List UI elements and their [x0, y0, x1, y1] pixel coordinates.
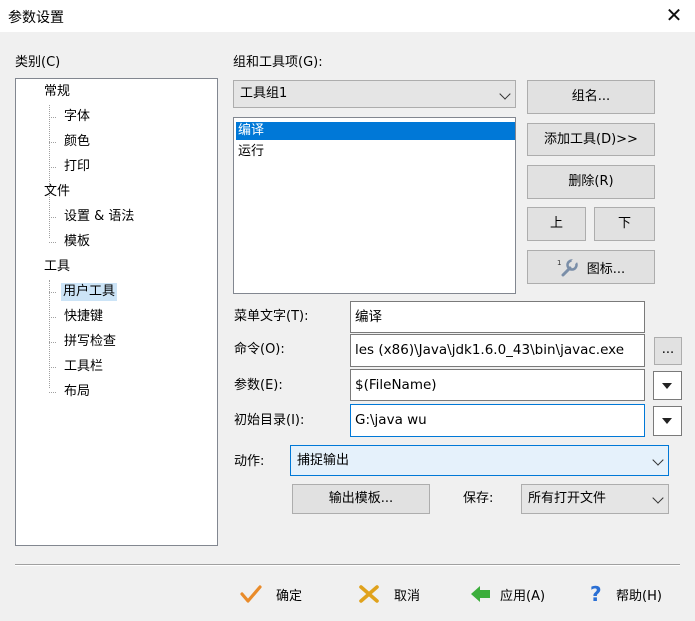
group-name-button[interactable]: 组名... [527, 80, 655, 114]
icon-button[interactable]: 1 图标... [527, 250, 655, 284]
save-select-value: 所有打开文件 [528, 491, 607, 506]
chevron-down-icon [652, 492, 664, 504]
list-item[interactable]: 编译 [236, 122, 515, 140]
group-select[interactable]: 工具组1 [233, 80, 516, 108]
help-button[interactable]: ? 帮助(H) [588, 578, 662, 610]
tree-item-tools[interactable]: 工具 [44, 258, 70, 276]
action-select-value: 捕捉输出 [297, 453, 350, 468]
help-button-label: 帮助(H) [616, 588, 662, 604]
output-template-button[interactable]: 输出模板... [292, 484, 430, 514]
tree-item-layout[interactable]: 布局 [64, 383, 90, 401]
tree-item-file[interactable]: 文件 [44, 183, 70, 201]
category-label: 类别(C) [15, 55, 61, 70]
tree-item-template[interactable]: 模板 [64, 233, 90, 251]
tree-connector [49, 205, 50, 238]
close-icon: ✕ [665, 3, 683, 27]
group-select-value: 工具组1 [240, 86, 288, 101]
args-dropdown-button[interactable] [653, 371, 682, 400]
cross-icon [359, 585, 379, 603]
triangle-down-icon [662, 418, 672, 424]
icon-button-label: 图标... [586, 261, 626, 277]
tree-connector [49, 280, 50, 388]
menu-text-label: 菜单文字(T): [234, 309, 309, 324]
category-tree[interactable]: 常规 字体 颜色 打印 文件 设置 & 语法 模板 工具 用户工具 快捷键 拼写… [15, 78, 218, 546]
list-item[interactable]: 运行 [236, 143, 515, 161]
apply-button-label: 应用(A) [500, 588, 546, 604]
save-select[interactable]: 所有打开文件 [521, 484, 669, 514]
browse-button[interactable]: ... [654, 337, 682, 365]
action-select[interactable]: 捕捉输出 [290, 445, 669, 476]
cancel-button-label: 取消 [394, 588, 421, 604]
add-tool-button[interactable]: 添加工具(D)>> [527, 123, 655, 156]
move-up-button[interactable]: 上 [527, 207, 586, 241]
chevron-down-icon [499, 88, 511, 100]
apply-button[interactable]: 应用(A) [470, 578, 545, 610]
triangle-down-icon [662, 383, 672, 389]
command-input[interactable]: les (x86)\Java\jdk1.6.0_43\bin\javac.exe [350, 334, 645, 367]
tool-list[interactable]: 编译 运行 [233, 117, 516, 294]
args-input[interactable]: $(FileName) [350, 369, 645, 401]
action-label: 动作: [234, 454, 265, 469]
checkmark-icon [240, 585, 262, 603]
menu-text-input[interactable]: 编译 [350, 301, 645, 333]
wrench-icon: 1 [557, 258, 578, 277]
group-label: 组和工具项(G): [233, 55, 323, 70]
move-down-button[interactable]: 下 [594, 207, 655, 241]
tree-item-shortcuts[interactable]: 快捷键 [64, 308, 103, 326]
save-label: 保存: [463, 491, 494, 506]
tree-item-color[interactable]: 颜色 [64, 133, 90, 151]
initdir-input[interactable]: G:\java wu [350, 404, 645, 437]
title-bar [0, 0, 695, 32]
question-mark-icon: ? [590, 583, 602, 605]
tree-item-general[interactable]: 常规 [44, 83, 70, 101]
close-button[interactable]: ✕ [659, 3, 689, 29]
tree-item-toolbar[interactable]: 工具栏 [64, 358, 103, 376]
window-title: 参数设置 [8, 10, 64, 26]
ok-button[interactable]: 确定 [240, 578, 302, 610]
chevron-down-icon [652, 454, 664, 466]
cancel-button[interactable]: 取消 [358, 578, 420, 610]
svg-text:?: ? [590, 583, 602, 605]
tree-item-font[interactable]: 字体 [64, 108, 90, 126]
tree-item-user-tools[interactable]: 用户工具 [61, 283, 118, 301]
tree-item-print[interactable]: 打印 [64, 158, 90, 176]
delete-button[interactable]: 删除(R) [527, 165, 655, 199]
ok-button-label: 确定 [276, 588, 303, 604]
svg-text:1: 1 [557, 259, 561, 267]
command-label: 命令(O): [234, 342, 285, 357]
tree-item-spell-check[interactable]: 拼写检查 [64, 333, 116, 351]
initdir-label: 初始目录(I): [234, 413, 305, 428]
args-label: 参数(E): [234, 378, 283, 393]
arrow-left-icon [471, 586, 490, 602]
initdir-dropdown-button[interactable] [653, 406, 682, 436]
footer-separator [15, 564, 680, 566]
tree-item-settings-syntax[interactable]: 设置 & 语法 [64, 208, 134, 226]
